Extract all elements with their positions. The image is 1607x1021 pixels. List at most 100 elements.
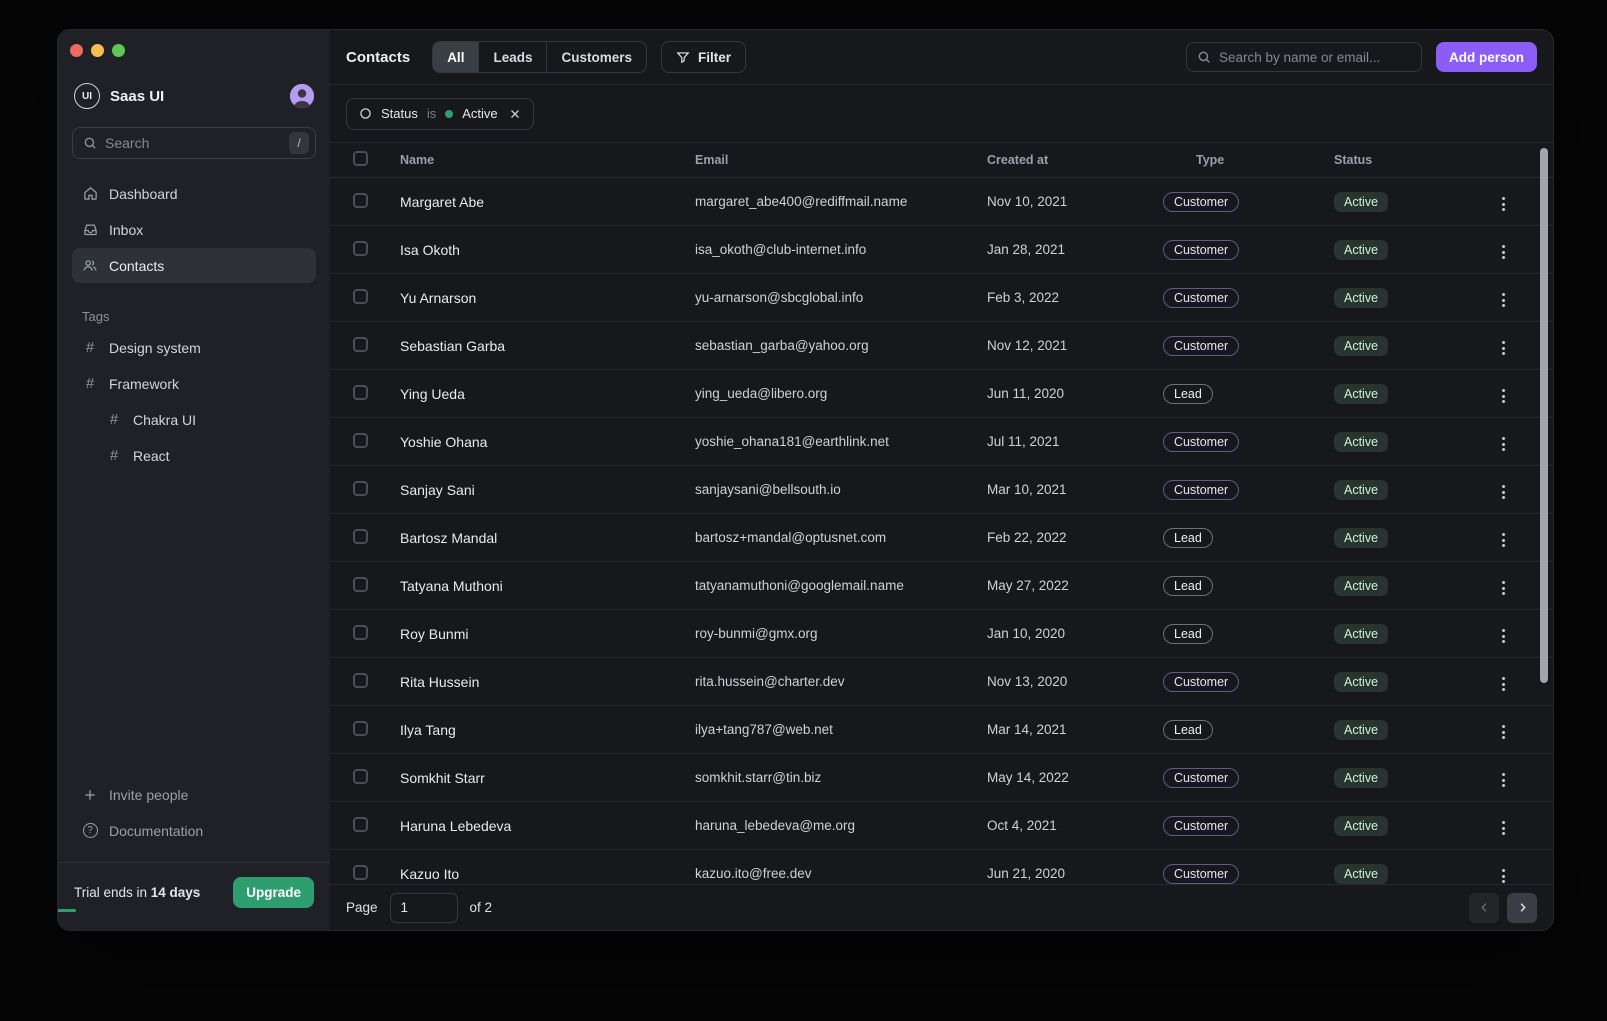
row-menu-button[interactable] (1498, 625, 1509, 647)
table-row[interactable]: Sebastian Garba sebastian_garba@yahoo.or… (330, 322, 1553, 370)
table-row[interactable]: Kazuo Ito kazuo.ito@free.dev Jun 21, 202… (330, 850, 1553, 884)
row-menu-button[interactable] (1498, 289, 1509, 311)
table-row[interactable]: Roy Bunmi roy-bunmi@gmx.org Jan 10, 2020… (330, 610, 1553, 658)
tag-framework[interactable]: # Framework (72, 366, 316, 401)
minimize-window-button[interactable] (91, 44, 104, 57)
tag-label: Framework (109, 376, 179, 392)
contact-created-at: May 14, 2022 (971, 770, 1151, 785)
invite-people-label: Invite people (109, 787, 188, 803)
next-page-button[interactable] (1507, 893, 1537, 923)
filter-button[interactable]: Filter (661, 41, 746, 73)
status-badge: Active (1334, 720, 1388, 740)
row-menu-button[interactable] (1498, 433, 1509, 455)
row-checkbox[interactable] (353, 673, 368, 688)
documentation-link[interactable]: ? Documentation (72, 813, 316, 848)
previous-page-button[interactable] (1469, 893, 1499, 923)
row-checkbox[interactable] (353, 577, 368, 592)
status-badge: Active (1334, 192, 1388, 212)
column-header-status[interactable]: Status (1318, 153, 1468, 167)
zoom-window-button[interactable] (112, 44, 125, 57)
table-row[interactable]: Ilya Tang ilya+tang787@web.net Mar 14, 2… (330, 706, 1553, 754)
table-row[interactable]: Sanjay Sani sanjaysani@bellsouth.io Mar … (330, 466, 1553, 514)
table-row[interactable]: Bartosz Mandal bartosz+mandal@optusnet.c… (330, 514, 1553, 562)
row-checkbox[interactable] (353, 865, 368, 880)
row-menu-button[interactable] (1498, 769, 1509, 791)
tag-react[interactable]: # React (72, 438, 316, 473)
row-checkbox[interactable] (353, 721, 368, 736)
row-menu-button[interactable] (1498, 337, 1509, 359)
contact-created-at: Nov 12, 2021 (971, 338, 1151, 353)
contacts-search-input[interactable] (1219, 50, 1411, 65)
table-row[interactable]: Ying Ueda ying_ueda@libero.org Jun 11, 2… (330, 370, 1553, 418)
table-scrollbar-thumb[interactable] (1540, 148, 1548, 683)
row-checkbox[interactable] (353, 625, 368, 640)
upgrade-button[interactable]: Upgrade (233, 877, 314, 908)
sidebar: UI Saas UI / Dashboard (58, 30, 330, 930)
row-checkbox[interactable] (353, 433, 368, 448)
filter-chip-status[interactable]: Status is Active (346, 98, 534, 130)
table-row[interactable]: Tatyana Muthoni tatyanamuthoni@googlemai… (330, 562, 1553, 610)
type-badge: Customer (1163, 192, 1239, 212)
row-checkbox[interactable] (353, 769, 368, 784)
row-checkbox[interactable] (353, 817, 368, 832)
column-header-name[interactable]: Name (384, 153, 679, 167)
segmented-control: All Leads Customers (432, 41, 647, 73)
user-avatar[interactable] (290, 84, 314, 108)
row-menu-button[interactable] (1498, 721, 1509, 743)
column-header-created[interactable]: Created at (971, 153, 1151, 167)
status-badge: Active (1334, 816, 1388, 836)
select-all-checkbox[interactable] (353, 151, 368, 166)
row-menu-button[interactable] (1498, 529, 1509, 551)
sidebar-search[interactable]: / (72, 127, 316, 159)
active-filters-bar: Status is Active (330, 85, 1553, 143)
sidebar-search-input[interactable] (105, 135, 281, 151)
brand-row: UI Saas UI (74, 83, 314, 109)
sidebar-item-dashboard[interactable]: Dashboard (72, 176, 316, 211)
tab-all[interactable]: All (433, 42, 479, 72)
row-menu-button[interactable] (1498, 577, 1509, 599)
filter-operator[interactable]: is (427, 106, 436, 121)
row-checkbox[interactable] (353, 385, 368, 400)
table-row[interactable]: Somkhit Starr somkhit.starr@tin.biz May … (330, 754, 1553, 802)
row-checkbox[interactable] (353, 289, 368, 304)
table-row[interactable]: Rita Hussein rita.hussein@charter.dev No… (330, 658, 1553, 706)
sidebar-item-inbox[interactable]: Inbox (72, 212, 316, 247)
contact-email: sebastian_garba@yahoo.org (679, 338, 971, 353)
contact-name: Kazuo Ito (384, 866, 679, 882)
row-checkbox[interactable] (353, 481, 368, 496)
tag-design-system[interactable]: # Design system (72, 330, 316, 365)
sidebar-nav: Dashboard Inbox Contacts (72, 176, 316, 283)
contacts-search[interactable] (1186, 42, 1422, 72)
row-menu-button[interactable] (1498, 865, 1509, 884)
row-menu-button[interactable] (1498, 673, 1509, 695)
table-row[interactable]: Yoshie Ohana yoshie_ohana181@earthlink.n… (330, 418, 1553, 466)
table-row[interactable]: Margaret Abe margaret_abe400@rediffmail.… (330, 178, 1553, 226)
column-header-type[interactable]: Type (1151, 153, 1318, 167)
filter-field[interactable]: Status (381, 106, 418, 121)
filter-value[interactable]: Active (462, 106, 497, 121)
contact-email: sanjaysani@bellsouth.io (679, 482, 971, 497)
table-row[interactable]: Yu Arnarson yu-arnarson@sbcglobal.info F… (330, 274, 1553, 322)
row-checkbox[interactable] (353, 337, 368, 352)
row-menu-button[interactable] (1498, 385, 1509, 407)
remove-filter-button[interactable] (509, 108, 521, 120)
type-badge: Customer (1163, 240, 1239, 260)
row-checkbox[interactable] (353, 241, 368, 256)
table-row[interactable]: Haruna Lebedeva haruna_lebedeva@me.org O… (330, 802, 1553, 850)
row-checkbox[interactable] (353, 529, 368, 544)
tag-chakra-ui[interactable]: # Chakra UI (72, 402, 316, 437)
row-menu-button[interactable] (1498, 817, 1509, 839)
add-person-button[interactable]: Add person (1436, 42, 1537, 72)
row-checkbox[interactable] (353, 193, 368, 208)
row-menu-button[interactable] (1498, 193, 1509, 215)
table-row[interactable]: Isa Okoth isa_okoth@club-internet.info J… (330, 226, 1553, 274)
tab-leads[interactable]: Leads (479, 42, 547, 72)
sidebar-item-contacts[interactable]: Contacts (72, 248, 316, 283)
invite-people-button[interactable]: Invite people (72, 777, 316, 812)
row-menu-button[interactable] (1498, 481, 1509, 503)
page-number-input[interactable] (390, 893, 458, 923)
tab-customers[interactable]: Customers (547, 42, 646, 72)
column-header-email[interactable]: Email (679, 153, 971, 167)
close-window-button[interactable] (70, 44, 83, 57)
row-menu-button[interactable] (1498, 241, 1509, 263)
